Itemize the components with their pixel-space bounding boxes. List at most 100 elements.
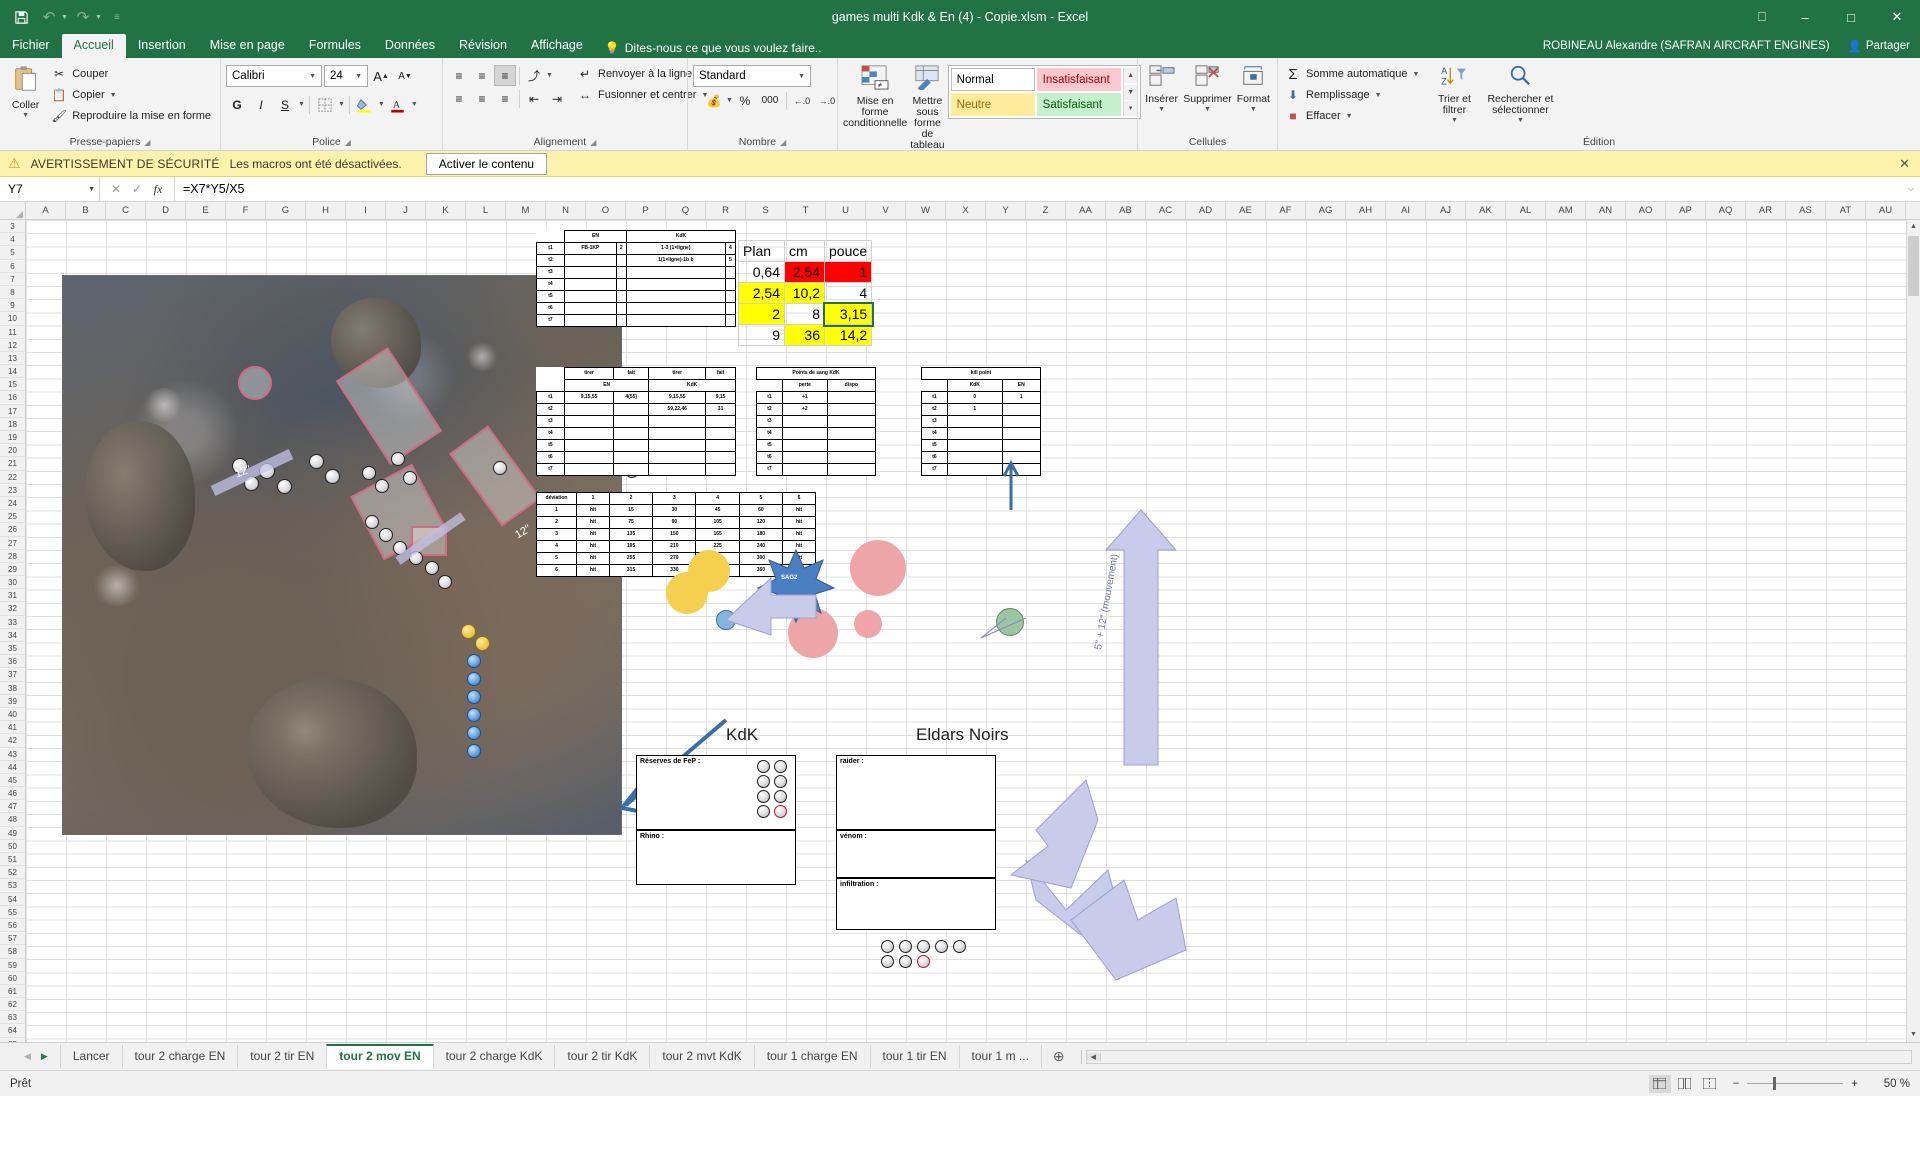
row-header-42[interactable]: 42 xyxy=(0,734,25,748)
column-header-aq[interactable]: AQ xyxy=(1706,202,1746,219)
column-header-s[interactable]: S xyxy=(746,202,786,219)
column-header-al[interactable]: AL xyxy=(1506,202,1546,219)
rhino-box[interactable]: Rhino : xyxy=(636,830,796,885)
deviation-table[interactable]: déviation 1 2 3 4 5 6 1 hit 15 30 45 60 hit 2h… xyxy=(536,492,816,577)
scroll-up-icon[interactable]: ▲ xyxy=(1123,68,1138,83)
blast-marker-yellow-2[interactable] xyxy=(688,550,730,592)
alignment-dialog-launcher[interactable]: ◢ xyxy=(590,135,596,150)
font-family-combo[interactable]: Calibri ▼ xyxy=(226,65,322,87)
redo-dropdown-icon[interactable]: ▼ xyxy=(95,14,102,21)
infiltration-box[interactable]: infiltration : xyxy=(836,878,996,930)
sheet-tab-tour-1-tir-en[interactable]: tour 1 tir EN xyxy=(869,1045,960,1068)
row-header-11[interactable]: 11 xyxy=(0,326,25,339)
row-header-35[interactable]: 35 xyxy=(0,642,25,656)
column-header-aa[interactable]: AA xyxy=(1066,202,1106,219)
decrease-font-size-button[interactable]: A ▼ xyxy=(394,66,416,87)
row-header-23[interactable]: 23 xyxy=(0,484,25,497)
row-header-38[interactable]: 38 xyxy=(0,682,25,695)
chevron-down-icon[interactable]: ▼ xyxy=(306,73,319,80)
column-header-ah[interactable]: AH xyxy=(1346,202,1386,219)
row-header-25[interactable]: 25 xyxy=(0,510,25,524)
column-header-ac[interactable]: AC xyxy=(1146,202,1186,219)
row-header-17[interactable]: 17 xyxy=(0,405,25,418)
undo-button[interactable]: ↶ xyxy=(36,5,62,29)
fill-dropdown-icon[interactable]: ▼ xyxy=(1375,92,1382,99)
row-header-64[interactable]: 64 xyxy=(0,1024,25,1038)
currency-dropdown-icon[interactable]: ▼ xyxy=(726,97,733,104)
select-all-button[interactable] xyxy=(0,202,26,219)
close-icon[interactable]: ✕ xyxy=(1899,156,1910,172)
row-header-5[interactable]: 5 xyxy=(0,246,25,260)
autosum-button[interactable]: Σ Somme automatique ▼ xyxy=(1283,64,1423,84)
scrollbar-thumb[interactable] xyxy=(1908,236,1919,296)
column-header-j[interactable]: J xyxy=(386,202,426,219)
format-as-table-button[interactable]: Mettre sous forme de tableau xyxy=(910,61,945,151)
column-header-ao[interactable]: AO xyxy=(1626,202,1666,219)
copy-dropdown-icon[interactable]: ▼ xyxy=(110,92,117,99)
font-color-icon[interactable]: A xyxy=(387,94,409,115)
reserve-fep-box[interactable]: Réserves de FeP : xyxy=(636,755,796,830)
row-header-60[interactable]: 60 xyxy=(0,972,25,985)
row-header-57[interactable]: 57 xyxy=(0,932,25,946)
cell-styles-scrollbar[interactable]: ▲ ▼ ▾ xyxy=(1122,68,1138,116)
insert-function-icon[interactable]: fx xyxy=(148,182,168,197)
zoom-slider[interactable] xyxy=(1747,1077,1844,1090)
clear-dropdown-icon[interactable]: ▼ xyxy=(1346,113,1353,120)
chevron-down-icon[interactable]: ▼ xyxy=(88,186,95,193)
row-header-65[interactable]: 65 xyxy=(0,1038,25,1042)
row-header-29[interactable]: 29 xyxy=(0,563,25,577)
row-header-52[interactable]: 52 xyxy=(0,866,25,880)
tab-donnees[interactable]: Données xyxy=(373,34,447,58)
formula-input[interactable]: =X7*Y5/X5 xyxy=(175,177,1902,201)
sheet-tab-tour-1-m-more[interactable]: tour 1 m ... xyxy=(958,1045,1042,1068)
close-button[interactable]: ✕ xyxy=(1874,0,1920,34)
row-header-28[interactable]: 28 xyxy=(0,550,25,563)
token-cluster-bottom[interactable] xyxy=(881,940,969,968)
number-dialog-launcher[interactable]: ◢ xyxy=(780,135,786,150)
row-header-36[interactable]: 36 xyxy=(0,655,25,669)
column-header-ak[interactable]: AK xyxy=(1466,202,1506,219)
row-header-39[interactable]: 39 xyxy=(0,695,25,708)
column-header-g[interactable]: G xyxy=(266,202,306,219)
decrease-indent-icon[interactable]: ⇤ xyxy=(523,88,545,109)
column-header-p[interactable]: P xyxy=(626,202,666,219)
row-header-56[interactable]: 56 xyxy=(0,919,25,933)
column-header-t[interactable]: T xyxy=(786,202,826,219)
paste-dropdown-icon[interactable]: ▼ xyxy=(22,112,29,119)
underline-dropdown-icon[interactable]: ▼ xyxy=(298,101,305,108)
chevron-down-icon[interactable]: ▼ xyxy=(352,73,365,80)
column-header-x[interactable]: X xyxy=(946,202,986,219)
blast-marker-blue[interactable] xyxy=(716,610,736,630)
format-painter-button[interactable]: 🖌 Reproduire la mise en forme xyxy=(49,106,215,126)
sheet-tab-lancer[interactable]: Lancer xyxy=(59,1045,123,1068)
row-header-24[interactable]: 24 xyxy=(0,497,25,511)
increase-indent-icon[interactable]: ⇥ xyxy=(546,88,568,109)
row-header-21[interactable]: 21 xyxy=(0,457,25,471)
cell-styles-gallery[interactable]: Normal Insatisfaisant Neutre Satisfaisan… xyxy=(947,65,1141,119)
hscroll-left-icon[interactable]: ◀ xyxy=(1086,1052,1101,1061)
borders-icon[interactable] xyxy=(314,94,336,115)
cancel-formula-icon[interactable]: ✕ xyxy=(106,182,126,196)
scroll-down-icon[interactable]: ▼ xyxy=(1123,84,1138,100)
column-header-m[interactable]: M xyxy=(506,202,546,219)
column-header-k[interactable]: K xyxy=(426,202,466,219)
column-header-ad[interactable]: AD xyxy=(1186,202,1226,219)
orientation-dropdown-icon[interactable]: ▼ xyxy=(546,72,553,79)
zoom-in-button[interactable]: + xyxy=(1851,1078,1858,1090)
blast-marker-pink-1[interactable] xyxy=(850,540,906,596)
chevron-down-icon[interactable]: ▼ xyxy=(795,73,808,80)
row-header-14[interactable]: 14 xyxy=(0,365,25,379)
delete-cells-button[interactable]: Supprimer ▼ xyxy=(1183,61,1232,113)
customize-qat-button[interactable]: ≡ xyxy=(104,5,130,29)
cell-style-satisfaisant[interactable]: Satisfaisant xyxy=(1036,93,1121,116)
row-header-59[interactable]: 59 xyxy=(0,959,25,972)
row-header-61[interactable]: 61 xyxy=(0,985,25,999)
column-header-e[interactable]: E xyxy=(186,202,226,219)
font-color-dropdown-icon[interactable]: ▼ xyxy=(411,101,418,108)
align-middle-icon[interactable]: ≡ xyxy=(471,65,493,86)
row-header-43[interactable]: 43 xyxy=(0,748,25,761)
blast-marker-pink-3[interactable] xyxy=(854,610,882,638)
copy-button[interactable]: 📋 Copier ▼ xyxy=(49,85,215,105)
column-header-as[interactable]: AS xyxy=(1786,202,1826,219)
table-row[interactable]: 2 8 3,15 xyxy=(738,301,874,327)
